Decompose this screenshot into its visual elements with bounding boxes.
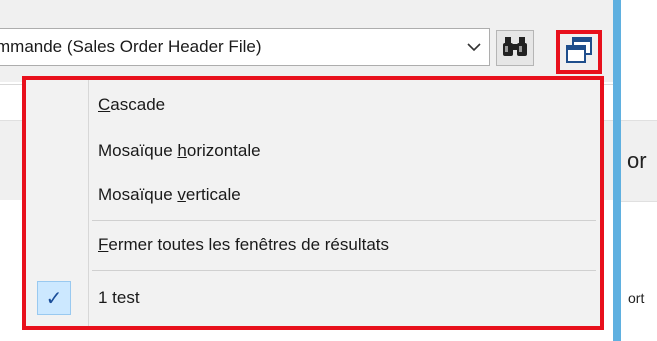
window-edge-strip — [613, 0, 621, 341]
app-window: or ort mmande (Sales Order Header File) — [0, 0, 657, 341]
menu-item-cascade[interactable]: Cascade — [26, 88, 600, 124]
windows-menu-button[interactable] — [558, 32, 600, 72]
menu-separator — [92, 220, 596, 221]
menu-item-label: Fermer toutes les fenêtres de résultats — [98, 235, 390, 254]
cascade-windows-icon — [564, 35, 594, 70]
menu-item-tile-horizontal[interactable]: Mosaïque horizontale — [26, 134, 600, 170]
chevron-down-icon[interactable] — [467, 39, 481, 55]
menu-item-label: Cascade — [98, 95, 166, 114]
menu-item-label: Mosaïque horizontale — [98, 141, 261, 160]
menu-item-close-all-results[interactable]: Fermer toutes les fenêtres de résultats — [26, 228, 600, 264]
menu-item-window-test[interactable]: 1 test — [26, 281, 600, 317]
find-button[interactable] — [496, 30, 534, 66]
side-panel: or ort — [621, 0, 657, 341]
table-select[interactable]: mmande (Sales Order Header File) — [0, 28, 490, 66]
side-row-text: ort — [628, 290, 645, 306]
menu-item-label: 1 test — [98, 288, 140, 307]
menu-item-label: Mosaïque verticale — [98, 185, 241, 204]
binoculars-icon — [502, 34, 528, 63]
menu-separator — [92, 270, 596, 271]
side-header-text: or — [627, 148, 647, 173]
table-select-value: mmande (Sales Order Header File) — [0, 37, 262, 56]
menu-item-tile-vertical[interactable]: Mosaïque verticale — [26, 178, 600, 214]
